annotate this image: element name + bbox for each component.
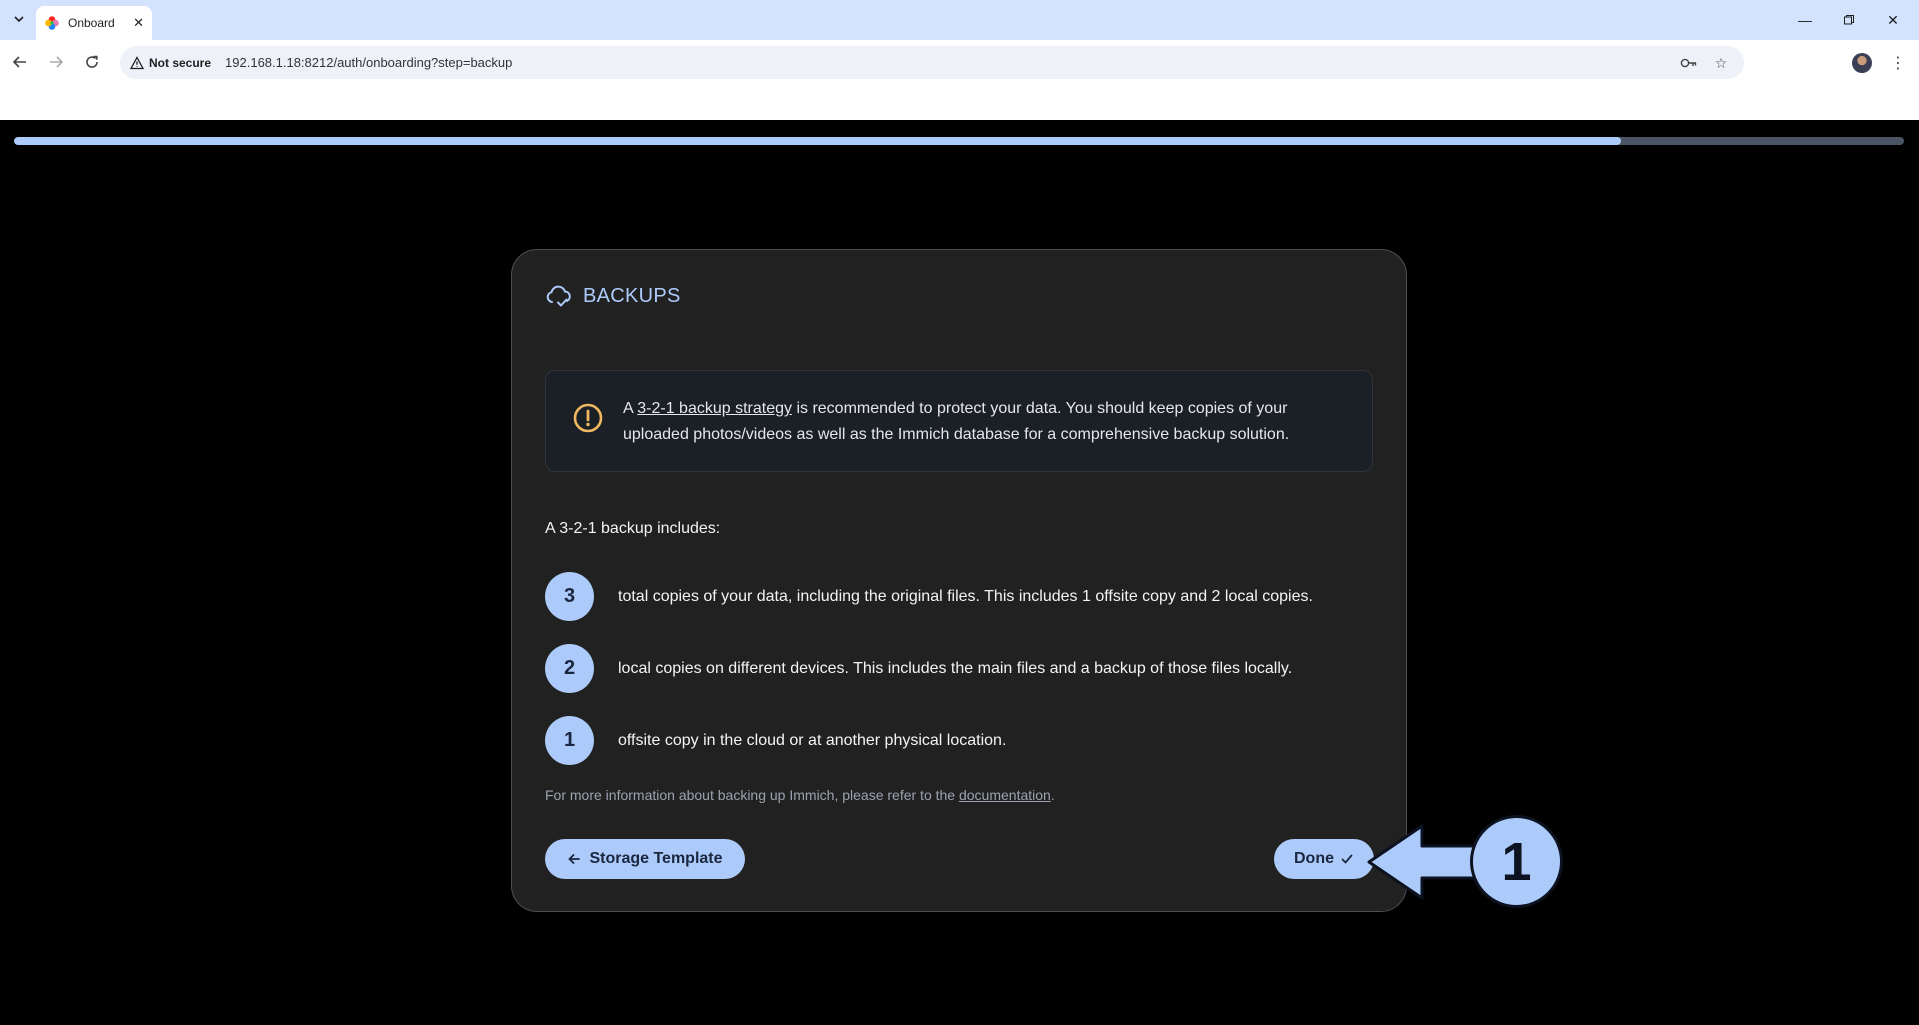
number-badge: 3 [545, 572, 594, 621]
list-item-text: total copies of your data, including the… [618, 587, 1313, 605]
cloud-check-icon [546, 285, 571, 307]
back-arrow-icon[interactable] [8, 50, 32, 74]
reload-icon[interactable] [80, 50, 104, 74]
list-item-text: local copies on different devices. This … [618, 659, 1293, 677]
documentation-note: For more information about backing up Im… [545, 787, 1055, 803]
storage-template-back-button[interactable]: Storage Template [545, 839, 745, 879]
tab-title: Onboard [68, 16, 115, 30]
list-item: 3 total copies of your data, including t… [545, 572, 1313, 621]
arrow-left-icon [568, 854, 581, 864]
done-button-label: Done [1294, 850, 1334, 867]
footnote-prefix: For more information about backing up Im… [545, 787, 956, 803]
backup-strategy-alert: A 3-2-1 backup strategy is recommended t… [545, 370, 1373, 472]
done-button[interactable]: Done [1274, 839, 1374, 879]
close-window-icon[interactable]: ✕ [1880, 8, 1906, 32]
back-button-label: Storage Template [589, 850, 723, 867]
browser-menu-icon[interactable]: ⋮ [1888, 52, 1908, 74]
bookmark-star-icon[interactable]: ☆ [1712, 54, 1730, 72]
alert-prefix: A [623, 400, 633, 417]
not-secure-indicator[interactable]: Not secure [130, 56, 211, 70]
security-label: Not secure [149, 55, 212, 70]
alert-circle-icon [573, 403, 603, 433]
card-title: BACKUPS [583, 284, 681, 307]
address-bar[interactable]: Not secure 192.168.1.18:8212/auth/onboar… [120, 46, 1744, 79]
callout-arrow-icon [1367, 824, 1480, 900]
number-badge: 2 [545, 644, 594, 693]
list-item: 1 offsite copy in the cloud or at anothe… [545, 716, 1006, 765]
onboarding-progress-fill [14, 137, 1621, 145]
restore-icon[interactable] [1836, 8, 1862, 32]
onboarding-progress-bar [14, 137, 1904, 145]
card-header: BACKUPS [545, 284, 681, 308]
profile-avatar[interactable] [1852, 53, 1872, 73]
browser-tab-strip: Onboard ✕ — ✕ [0, 0, 1919, 40]
forward-arrow-icon[interactable] [44, 50, 68, 74]
documentation-link[interactable]: documentation [959, 787, 1051, 803]
warning-triangle-icon [130, 55, 144, 69]
step-number-callout: 1 [1470, 815, 1563, 908]
backups-card: BACKUPS A 3-2-1 backup strategy is recom… [511, 249, 1407, 912]
browser-tab[interactable]: Onboard ✕ [36, 6, 152, 40]
footnote-suffix: . [1050, 787, 1055, 803]
password-key-icon[interactable] [1680, 54, 1698, 72]
tab-close-icon[interactable]: ✕ [133, 15, 144, 31]
page-top-band [0, 82, 1919, 120]
immich-favicon-icon [45, 16, 59, 30]
alert-text: A 3-2-1 backup strategy is recommended t… [623, 396, 1353, 448]
minimize-icon[interactable]: — [1792, 8, 1818, 32]
number-badge: 1 [545, 716, 594, 765]
backup-strategy-link[interactable]: 3-2-1 backup strategy [637, 400, 792, 417]
list-item-text: offsite copy in the cloud or at another … [618, 731, 1007, 749]
list-item: 2 local copies on different devices. Thi… [545, 644, 1292, 693]
tab-search-chevron-icon[interactable] [8, 8, 30, 30]
includes-title: A 3-2-1 backup includes: [545, 520, 721, 537]
check-icon [1341, 854, 1353, 864]
url-text[interactable]: 192.168.1.18:8212/auth/onboarding?step=b… [225, 55, 512, 70]
